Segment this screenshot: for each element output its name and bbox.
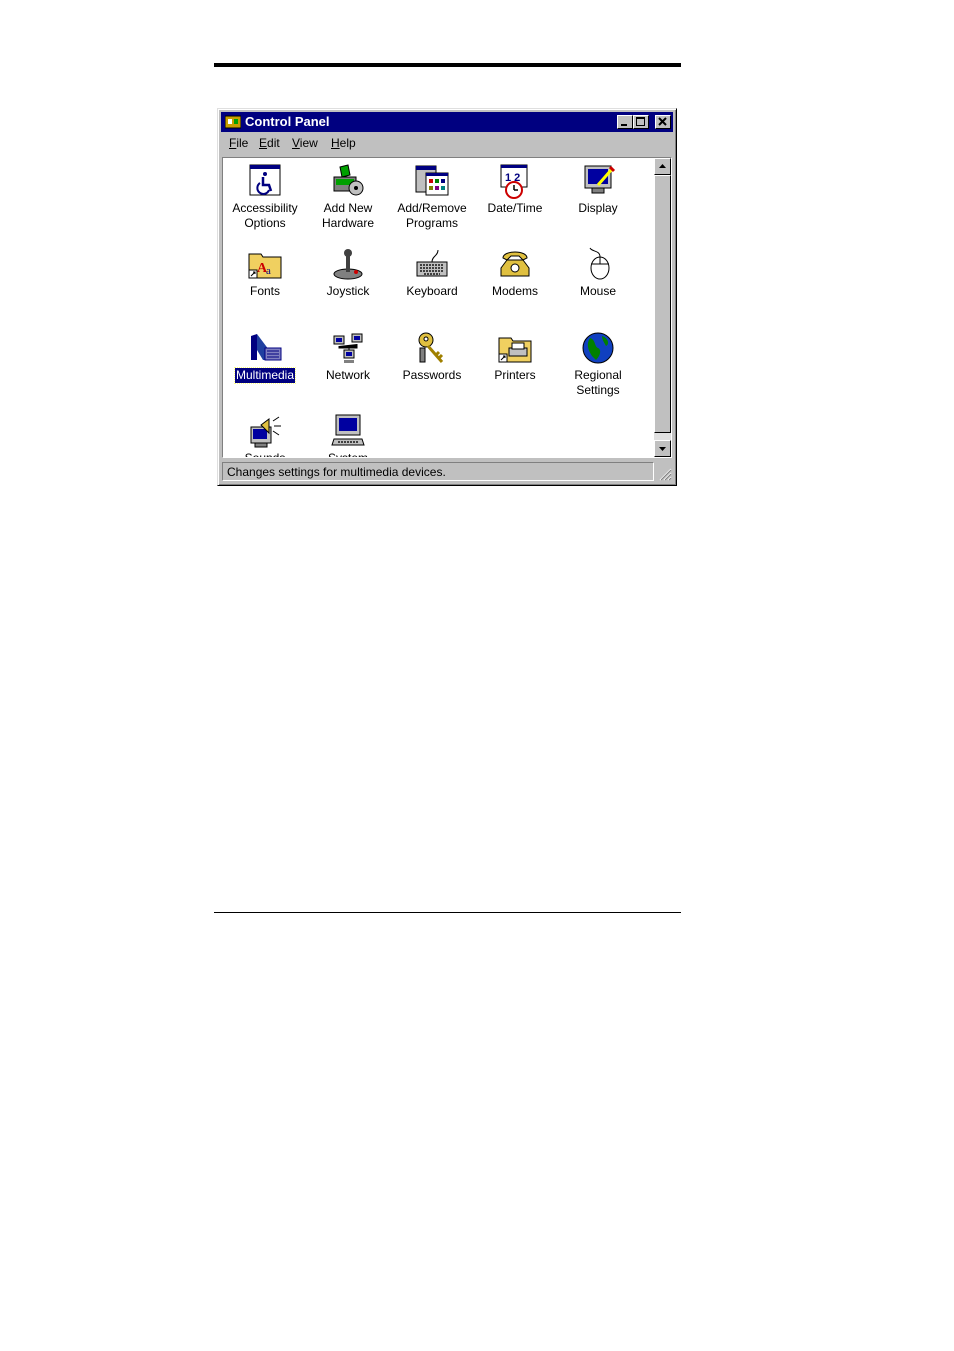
menu-label-rest: ile	[236, 136, 249, 150]
bottom-rule	[214, 912, 681, 913]
item-label: Keyboard	[406, 284, 458, 298]
scroll-thumb[interactable]	[654, 175, 671, 433]
item-label: Multimedia	[233, 367, 297, 384]
window-title: Control Panel	[245, 114, 330, 129]
item-label: Date/Time	[487, 201, 543, 215]
minimize-button[interactable]	[617, 115, 633, 129]
control-panel-item-passwords[interactable]: Passwords	[390, 328, 474, 383]
item-label: Passwords	[402, 368, 462, 382]
menu-file[interactable]: File	[229, 136, 248, 150]
item-label: Add New Hardware	[321, 201, 375, 230]
vertical-scrollbar[interactable]	[654, 158, 671, 457]
control-panel-item-add-remove-programs[interactable]: Add/Remove Programs	[390, 161, 474, 231]
keyboard-icon	[414, 246, 450, 282]
top-rule	[214, 63, 681, 67]
item-label: Accessibility Options	[232, 201, 298, 230]
title-bar[interactable]: Control Panel	[221, 112, 673, 132]
menu-label-rest: dit	[267, 136, 280, 150]
item-label: Mouse	[579, 284, 617, 298]
control-panel-item-keyboard[interactable]: Keyboard	[390, 244, 474, 299]
item-label: Modems	[491, 284, 538, 298]
item-label: Display	[578, 201, 618, 215]
fonts-folder-icon: Aa	[247, 246, 283, 282]
item-label: Network	[325, 368, 370, 382]
control-panel-item-date-time[interactable]: 1 2 Date/Time	[473, 161, 557, 216]
control-panel-item-modems[interactable]: Modems	[473, 244, 557, 299]
keys-icon	[414, 330, 450, 366]
control-panel-item-multimedia[interactable]: Multimedia	[223, 328, 307, 384]
status-text: Changes settings for multimedia devices.	[222, 462, 654, 481]
menu-label-rest: elp	[339, 136, 356, 150]
control-panel-item-regional-settings[interactable]: Regional Settings	[556, 328, 640, 398]
speaker-icon	[247, 413, 283, 449]
menu-edit[interactable]: Edit	[259, 136, 280, 150]
close-button[interactable]	[655, 115, 671, 129]
menu-mnemonic: E	[259, 136, 268, 150]
svg-text:a: a	[266, 265, 271, 277]
telephone-icon	[497, 246, 533, 282]
accessibility-icon	[247, 163, 283, 199]
control-panel-item-add-new-hardware[interactable]: Add New Hardware	[306, 161, 390, 231]
hardware-icon	[330, 163, 366, 199]
control-panel-item-printers[interactable]: Printers	[473, 328, 557, 383]
network-icon	[330, 330, 366, 366]
control-panel-window: Control Panel File Edit View Help Accessibi…	[217, 108, 677, 486]
globe-icon	[580, 330, 616, 366]
menu-help[interactable]: Help	[331, 136, 356, 150]
status-bar: Changes settings for multimedia devices.	[222, 462, 672, 481]
multimedia-icon	[247, 330, 283, 366]
resize-grip-icon[interactable]	[658, 467, 672, 481]
scroll-up-button[interactable]	[654, 158, 671, 175]
calendar-clock-icon: 1 2	[497, 163, 533, 199]
item-label: Add/Remove Programs	[397, 201, 467, 230]
control-panel-item-system[interactable]: System	[306, 411, 390, 458]
menu-mnemonic: H	[331, 136, 340, 150]
menu-view[interactable]: View	[292, 136, 318, 150]
control-panel-item-accessibility-options[interactable]: Accessibility Options	[223, 161, 307, 231]
control-panel-item-network[interactable]: Network	[306, 328, 390, 383]
menu-mnemonic: V	[292, 136, 300, 150]
item-label: Printers	[494, 368, 536, 382]
maximize-button[interactable]	[633, 115, 649, 129]
control-panel-icon	[224, 115, 242, 129]
control-panel-item-display[interactable]: Display	[556, 161, 640, 216]
joystick-icon	[330, 246, 366, 282]
control-panel-item-joystick[interactable]: Joystick	[306, 244, 390, 299]
programs-icon	[414, 163, 450, 199]
printers-folder-icon	[497, 330, 533, 366]
icon-grid: Accessibility Options Add New Hardware Add…	[223, 158, 655, 457]
item-label: Sounds	[244, 451, 286, 458]
control-panel-item-fonts[interactable]: Aa Fonts	[223, 244, 307, 299]
item-label: System	[327, 451, 368, 458]
scroll-down-button[interactable]	[654, 440, 671, 457]
computer-icon	[330, 413, 366, 449]
menu-label-rest: iew	[299, 136, 318, 150]
icon-view: Accessibility Options Add New Hardware Add…	[222, 157, 672, 458]
control-panel-item-mouse[interactable]: Mouse	[556, 244, 640, 299]
mouse-icon	[580, 246, 616, 282]
monitor-icon	[580, 163, 616, 199]
item-label: Joystick	[326, 284, 370, 298]
item-label: Fonts	[249, 284, 280, 298]
control-panel-item-sounds[interactable]: Sounds	[223, 411, 307, 458]
item-label: Regional Settings	[574, 368, 622, 397]
